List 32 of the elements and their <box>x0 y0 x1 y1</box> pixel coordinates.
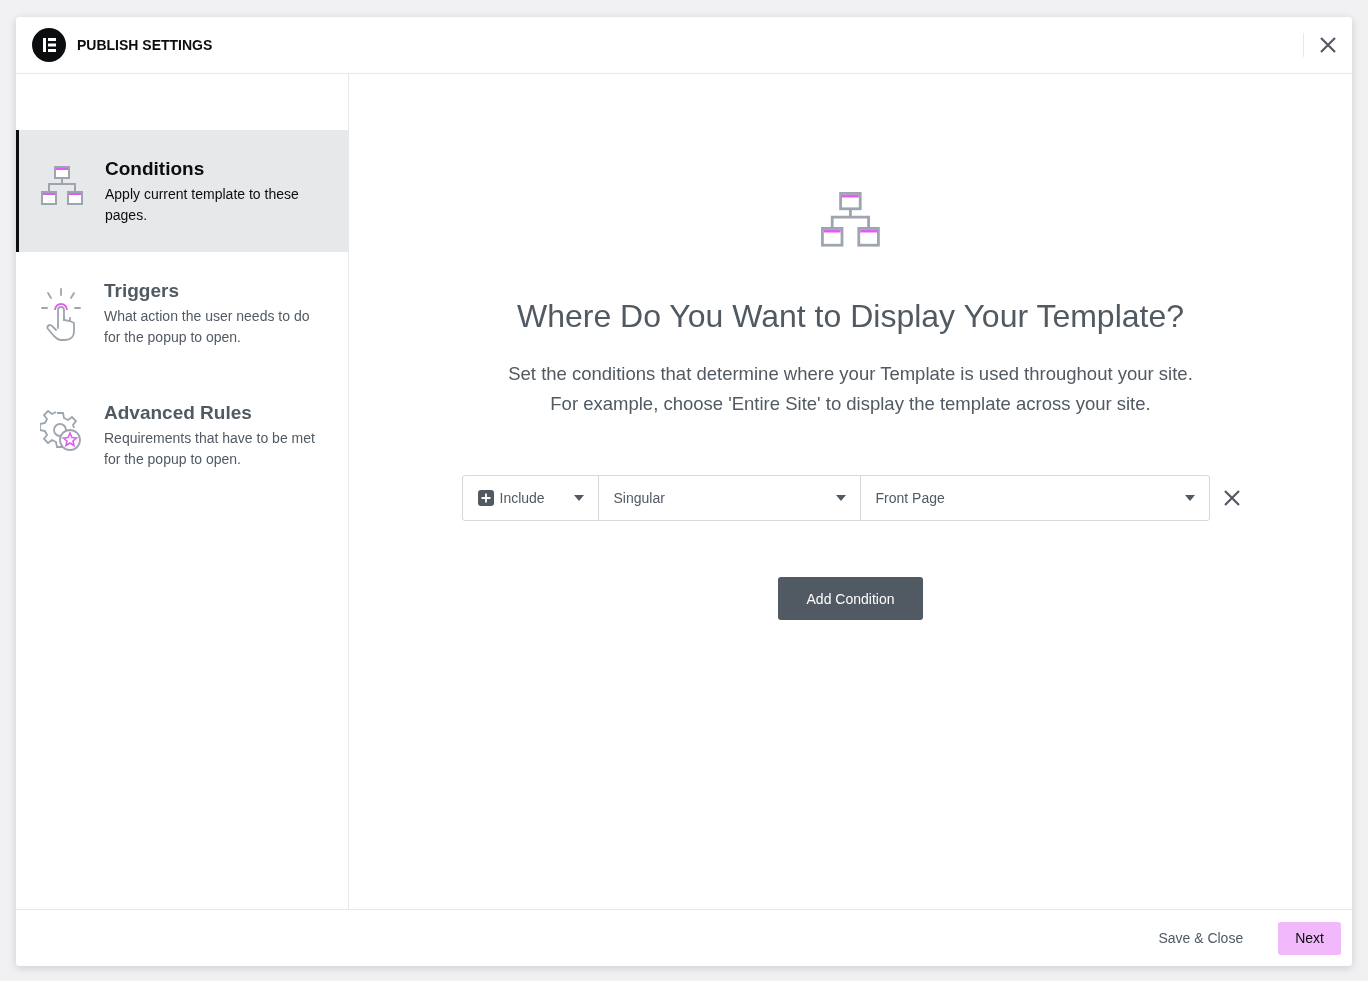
next-button[interactable]: Next <box>1278 921 1341 955</box>
close-icon <box>1320 37 1336 53</box>
sitemap-icon <box>41 166 83 206</box>
logo-icon <box>32 28 66 62</box>
sidebar-item[interactable]: Conditions Apply current template to these pages. <box>16 130 348 252</box>
group-select[interactable]: Singular <box>598 476 861 520</box>
caret-icon <box>1184 495 1195 501</box>
gear-star-icon <box>40 410 82 452</box>
sidebar-item-description: What action the user needs to do for the popup to open. <box>104 307 311 347</box>
sidebar-item-title: Conditions <box>105 158 206 180</box>
sitemap-icon <box>821 192 880 248</box>
sidebar-item-description: Apply current template to these pages. <box>105 185 300 225</box>
sidebar-item-description: Requirements that have to be met for the popup to open. <box>104 429 316 469</box>
tap-hand-icon <box>40 288 82 342</box>
sidebar-item[interactable]: Advanced Rules Requirements that have to be met for the popup to open. <box>16 374 348 496</box>
caret-icon <box>835 495 846 501</box>
sidebar-item-title: Advanced Rules <box>104 402 253 424</box>
target-select[interactable]: Front Page <box>860 476 1209 520</box>
type-select[interactable]: Include <box>462 476 599 520</box>
save-close-button[interactable]: Save & Close <box>1141 921 1261 955</box>
sidebar-item[interactable]: Triggers What action the user needs to do for the popup to open. <box>16 252 348 374</box>
plus-icon <box>477 490 494 506</box>
add-condition-button[interactable]: Add Condition <box>777 577 924 620</box>
sidebar-item-title: Triggers <box>104 280 180 302</box>
caret-icon <box>573 495 584 501</box>
description-line: Set the conditions that determine where your Template is used throughout your site. <box>508 362 1193 386</box>
heading: Where Do You Want to Display Your Template? <box>516 298 1185 335</box>
window-title: PUBLISH SETTINGS <box>77 37 214 53</box>
remove-button[interactable] <box>1223 490 1240 506</box>
close-button[interactable] <box>1303 33 1336 57</box>
close-icon <box>1223 490 1240 506</box>
description-line: For example, choose 'Entire Site' to display the template across your site. <box>550 392 1151 416</box>
